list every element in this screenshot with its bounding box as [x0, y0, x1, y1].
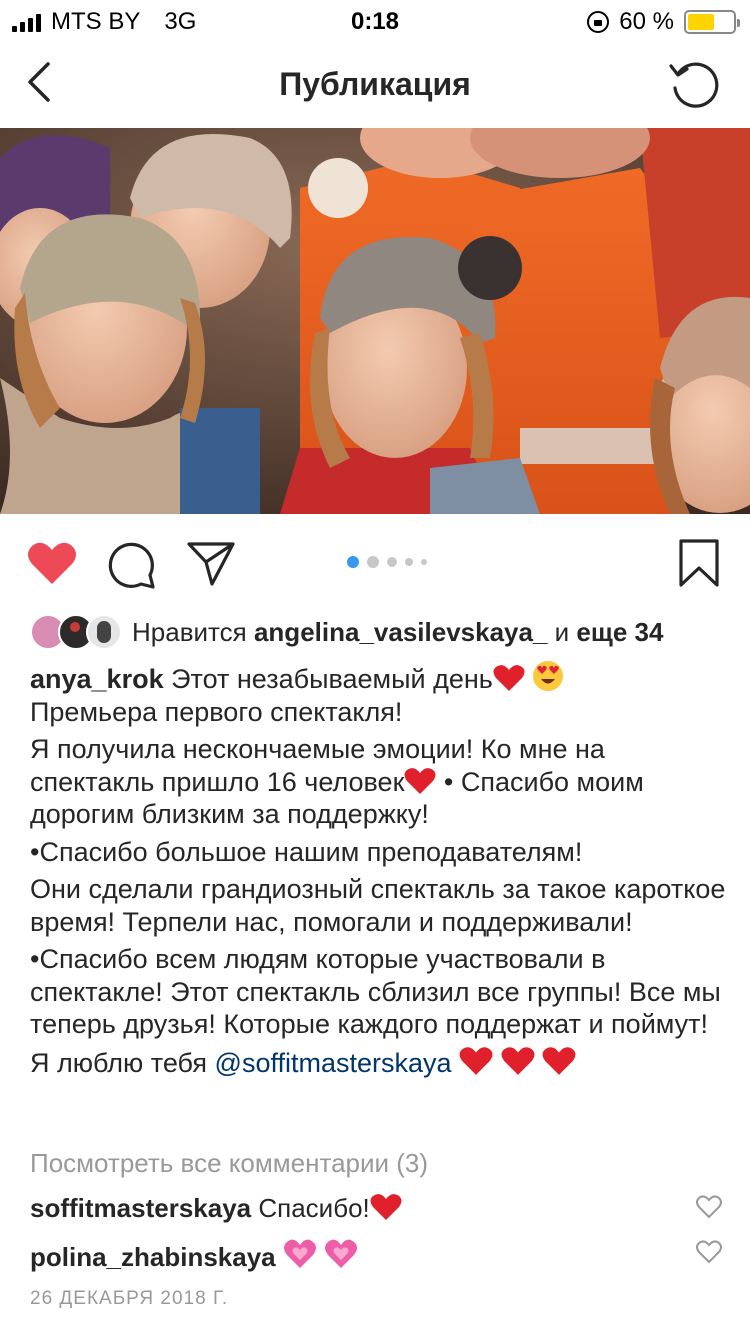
likes-others[interactable]: еще 34: [576, 617, 663, 648]
comment-text: Спасибо!: [258, 1193, 370, 1223]
red-heart-emoji-icon: [459, 1046, 493, 1075]
battery-level: [688, 14, 715, 30]
liker-avatars: [30, 614, 122, 650]
bookmark-icon[interactable]: [678, 538, 720, 588]
view-all-comments-link[interactable]: Посмотреть все комментарии (3): [30, 1148, 428, 1179]
battery-percent: 60 %: [619, 8, 674, 35]
red-heart-emoji-icon: [370, 1194, 402, 1220]
likes-row[interactable]: Нравится angelina_vasilevskaya_ и еще 34: [30, 612, 730, 652]
red-heart-emoji-icon: [493, 665, 525, 691]
caption-line: Премьера первого спектакля!: [30, 696, 403, 727]
carousel-indicator: [347, 556, 427, 568]
post-date: 26 ДЕКАБРЯ 2018 Г.: [30, 1288, 229, 1309]
liker-username[interactable]: angelina_vasilevskaya_: [254, 617, 547, 648]
share-direct-icon[interactable]: [186, 540, 236, 588]
heart-eyes-emoji-icon: [533, 661, 564, 691]
rotation-lock-icon: [587, 11, 610, 33]
refresh-icon[interactable]: [668, 58, 720, 110]
caption-mention-link[interactable]: @soffitmasterskaya: [215, 1048, 452, 1078]
caption-username[interactable]: anya_krok: [30, 664, 164, 694]
carousel-dot: [421, 559, 427, 565]
carousel-dot: [347, 556, 359, 568]
comment-like-heart-icon[interactable]: [696, 1195, 722, 1219]
status-bar: MTS BY 3G 0:18 60 %: [0, 0, 750, 40]
comment-item: polina_zhabinskaya: [30, 1238, 730, 1273]
red-heart-emoji-icon: [404, 767, 436, 794]
avatar: [86, 614, 122, 650]
battery-icon: [684, 10, 740, 34]
red-heart-emoji-icon: [501, 1046, 535, 1075]
comment-like-heart-icon[interactable]: [696, 1240, 722, 1264]
likes-conjunction: и: [554, 616, 570, 647]
children-photo-image: [0, 128, 750, 514]
carousel-dot: [367, 556, 379, 568]
navigation-bar: Публикация: [0, 40, 750, 128]
post-actions: [0, 514, 750, 612]
post-caption: anya_krok Этот незабываемый день Премьер…: [30, 660, 730, 1084]
comment-username[interactable]: polina_zhabinskaya: [30, 1242, 276, 1272]
comment-username[interactable]: soffitmasterskaya: [30, 1193, 251, 1223]
caption-paragraph: Они сделали грандиозный спектакль за так…: [30, 874, 726, 937]
heart-filled-icon[interactable]: [26, 540, 78, 586]
caption-paragraph: •Спасибо всем людям которые участвовали …: [30, 944, 721, 1039]
sparkling-heart-emoji-icon: [325, 1239, 358, 1268]
page-title: Публикация: [279, 66, 471, 102]
carousel-dot: [387, 557, 397, 567]
post-photo[interactable]: [0, 128, 750, 514]
caption-paragraph: Я люблю тебя: [30, 1047, 215, 1078]
caption-paragraph: •Спасибо большое нашим преподавателям!: [30, 836, 583, 867]
comment-item: soffitmasterskaya Спасибо!: [30, 1193, 730, 1224]
caption-line: Этот незабываемый день: [171, 664, 493, 694]
red-heart-emoji-icon: [542, 1046, 576, 1075]
carousel-dot: [405, 558, 413, 566]
likes-prefix: Нравится: [132, 616, 247, 647]
comment-icon[interactable]: [106, 540, 156, 590]
sparkling-heart-emoji-icon: [283, 1239, 316, 1268]
